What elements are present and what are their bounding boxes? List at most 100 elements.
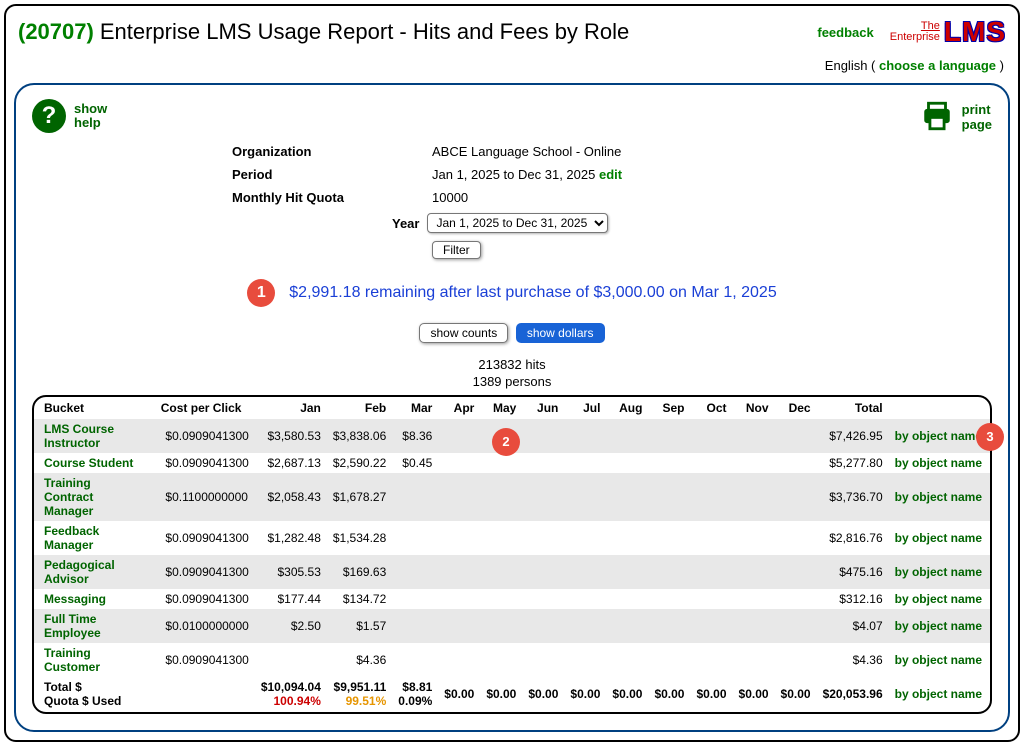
info-block: Organization ABCE Language School - Onli… <box>232 136 792 263</box>
month-value <box>522 643 564 677</box>
month-value <box>392 643 438 677</box>
month-value: $2,687.13 <box>255 453 327 473</box>
row-total: $7,426.95 <box>817 419 889 453</box>
year-select[interactable]: Jan 1, 2025 to Dec 31, 2025 <box>427 213 608 233</box>
show-counts-button[interactable]: show counts <box>419 323 508 343</box>
filter-button[interactable]: Filter <box>432 241 481 259</box>
month-value <box>606 521 648 555</box>
year-label: Year <box>392 216 419 231</box>
row-total: $2,816.76 <box>817 521 889 555</box>
by-object-name-link[interactable]: by object name <box>889 453 990 473</box>
summary-row: 213832 hits 1389 persons <box>32 357 992 395</box>
period-edit-link[interactable]: edit <box>599 167 622 182</box>
bucket-name: Messaging <box>34 589 147 609</box>
month-value <box>648 555 690 589</box>
month-value <box>648 419 690 453</box>
quota-label: Monthly Hit Quota <box>232 190 432 205</box>
remaining-text: $2,991.18 remaining after last purchase … <box>289 284 776 302</box>
persons-summary: 1389 persons <box>473 374 552 389</box>
month-value <box>690 473 732 521</box>
month-value: $177.44 <box>255 589 327 609</box>
month-value: $169.63 <box>327 555 392 589</box>
month-value <box>690 521 732 555</box>
table-header: Jan <box>255 397 327 419</box>
month-value <box>564 473 606 521</box>
cost-per-click: $0.0909041300 <box>147 453 254 473</box>
logo[interactable]: TheEnterprise LMS <box>890 16 1006 48</box>
month-value <box>690 589 732 609</box>
table-header: Dec <box>775 397 817 419</box>
by-object-name-link[interactable]: by object name <box>889 521 990 555</box>
month-value <box>733 643 775 677</box>
month-value <box>564 643 606 677</box>
month-value <box>522 589 564 609</box>
month-value <box>775 589 817 609</box>
feedback-link[interactable]: feedback <box>817 25 873 40</box>
table-row: Messaging$0.0909041300$177.44$134.72$312… <box>34 589 990 609</box>
month-value <box>690 555 732 589</box>
by-object-name-link[interactable]: by object name <box>889 677 990 712</box>
logo-prefix: TheEnterprise <box>890 21 940 43</box>
month-value <box>606 643 648 677</box>
period-label: Period <box>232 167 432 182</box>
month-value <box>606 419 648 453</box>
total-month: $8.810.09% <box>392 677 438 712</box>
month-value <box>522 419 564 453</box>
by-object-name-link[interactable]: by object name <box>889 589 990 609</box>
print-page-button[interactable]: printpage <box>920 99 992 136</box>
table-header: Jul <box>564 397 606 419</box>
grand-total: $20,053.96 <box>817 677 889 712</box>
by-object-name-link[interactable]: by object name <box>889 419 990 453</box>
help-icon: ? <box>32 99 66 133</box>
bucket-name: Feedback Manager <box>34 521 147 555</box>
annotation-1: 1 <box>247 279 275 307</box>
total-month: $0.00 <box>606 677 648 712</box>
by-object-name-link[interactable]: by object name <box>889 643 990 677</box>
month-value <box>522 521 564 555</box>
bucket-name: LMS Course Instructor <box>34 419 147 453</box>
by-object-name-link[interactable]: by object name <box>889 473 990 521</box>
show-help-button[interactable]: ? showhelp <box>32 99 107 133</box>
cost-per-click: $0.0909041300 <box>147 555 254 589</box>
row-total: $3,736.70 <box>817 473 889 521</box>
show-dollars-button[interactable]: show dollars <box>516 323 605 343</box>
table-header: Feb <box>327 397 392 419</box>
month-value <box>648 521 690 555</box>
month-value <box>438 643 480 677</box>
month-value <box>733 589 775 609</box>
month-value <box>775 473 817 521</box>
month-value <box>438 555 480 589</box>
bucket-name: Pedagogical Advisor <box>34 555 147 589</box>
month-value: $1,534.28 <box>327 521 392 555</box>
cost-per-click: $0.1100000000 <box>147 473 254 521</box>
month-value <box>564 555 606 589</box>
month-value: $305.53 <box>255 555 327 589</box>
table-header <box>889 397 990 419</box>
choose-language-link[interactable]: choose a language <box>879 58 996 73</box>
row-total: $475.16 <box>817 555 889 589</box>
month-value <box>564 419 606 453</box>
quota-value: 10000 <box>432 190 792 205</box>
month-value <box>690 419 732 453</box>
month-value <box>392 473 438 521</box>
month-value <box>775 521 817 555</box>
cost-per-click: $0.0909041300 <box>147 643 254 677</box>
table-header: Nov <box>733 397 775 419</box>
table-header: Apr <box>438 397 480 419</box>
month-value <box>606 589 648 609</box>
row-total: $5,277.80 <box>817 453 889 473</box>
month-value <box>480 521 522 555</box>
by-object-name-link[interactable]: by object name <box>889 555 990 589</box>
table-header: Sep <box>648 397 690 419</box>
month-value <box>255 643 327 677</box>
table-header: Jun <box>522 397 564 419</box>
month-value <box>564 521 606 555</box>
month-value: $0.45 <box>392 453 438 473</box>
period-value: Jan 1, 2025 to Dec 31, 2025 edit <box>432 167 792 182</box>
table-header: Cost per Click <box>147 397 254 419</box>
total-month: $0.00 <box>480 677 522 712</box>
month-value <box>564 589 606 609</box>
show-help-label: showhelp <box>74 102 107 131</box>
language-row: English ( choose a language ) <box>14 54 1010 83</box>
total-month: $10,094.04100.94% <box>255 677 327 712</box>
